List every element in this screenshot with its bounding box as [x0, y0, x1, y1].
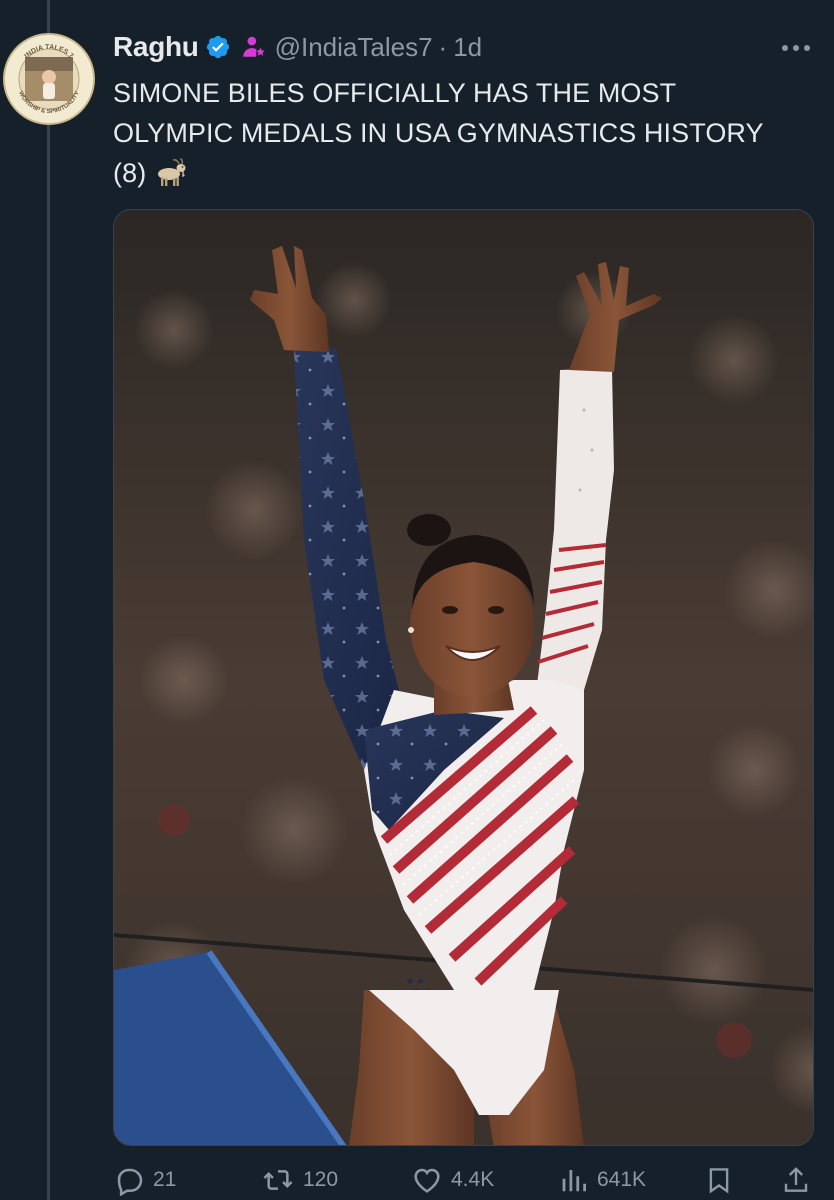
reply-icon [117, 1168, 143, 1196]
bookmark-icon [709, 1168, 729, 1194]
tweet-header: Raghu @IndiaTales7 · 1d [113, 30, 482, 64]
svg-text:★ ★: ★ ★ [406, 976, 425, 986]
reply-count: 21 [153, 1168, 177, 1191]
like-button[interactable]: 4.4K [411, 1164, 494, 1196]
like-count: 4.4K [451, 1168, 495, 1191]
bookmark-button[interactable] [704, 1164, 742, 1196]
photo-image: USA ★ ★ [114, 210, 813, 1145]
tweet-text-body: SIMONE BILES OFFICIALLY HAS THE MOST OLY… [113, 78, 764, 188]
reply-button[interactable]: 21 [113, 1164, 176, 1196]
goat-emoji-icon [152, 158, 188, 199]
avatar[interactable]: INDIA TALES 7 WORSHIP & SPIRITUALITY [3, 33, 95, 125]
views-button[interactable]: 641K [559, 1164, 646, 1196]
more-button[interactable] [778, 34, 814, 62]
more-icon [782, 45, 810, 51]
retweet-count: 120 [303, 1168, 339, 1191]
author-name[interactable]: Raghu [113, 31, 199, 63]
views-count: 641K [597, 1168, 647, 1191]
tweet-photo[interactable]: USA ★ ★ [113, 209, 814, 1146]
thread-line [47, 0, 50, 1200]
retweet-button[interactable]: 120 [261, 1164, 338, 1196]
tweet: INDIA TALES 7 WORSHIP & SPIRITUALITY Rag… [0, 0, 834, 1200]
views-icon [562, 1170, 586, 1192]
separator-dot: · [438, 31, 448, 62]
verified-badge-icon[interactable] [205, 34, 231, 60]
affiliate-icon[interactable] [241, 34, 267, 60]
share-button[interactable] [781, 1164, 819, 1196]
retweet-icon [263, 1170, 293, 1190]
author-handle[interactable]: @IndiaTales7 [275, 32, 433, 63]
share-icon [784, 1167, 808, 1192]
timestamp[interactable]: 1d [453, 32, 482, 63]
tweet-actions: 21 120 4.4K 641K [113, 1160, 815, 1200]
tweet-text: SIMONE BILES OFFICIALLY HAS THE MOST OLY… [113, 73, 803, 199]
like-icon [414, 1168, 440, 1193]
